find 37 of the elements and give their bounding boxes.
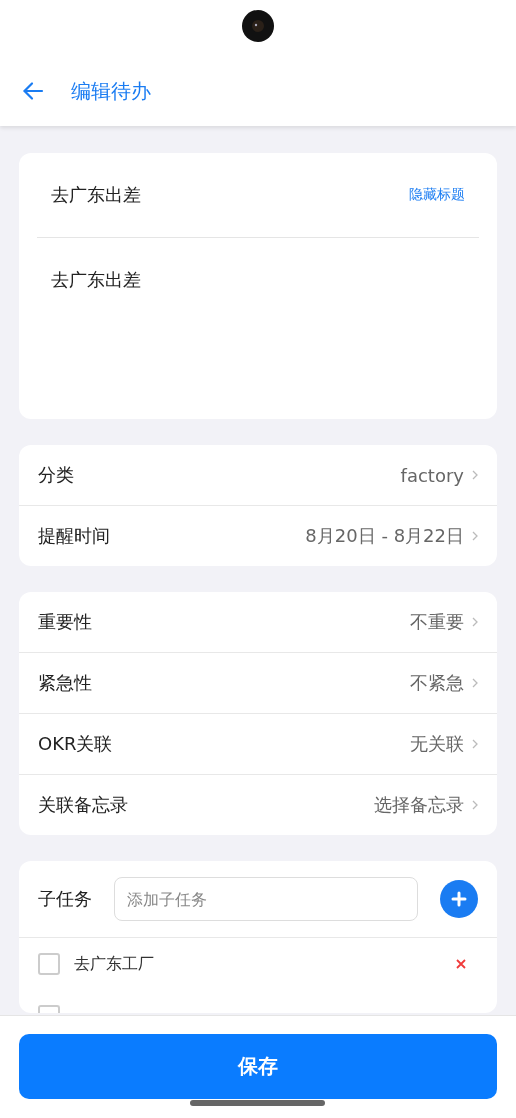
row-label: OKR关联 (38, 732, 113, 756)
chevron-icon (472, 678, 478, 688)
hide-title-link[interactable]: 隐藏标题 (409, 186, 465, 204)
row-value: 选择备忘录 (374, 793, 464, 817)
settings-row[interactable]: 分类 factory (19, 445, 497, 505)
chevron-icon (472, 739, 478, 749)
row-value: 无关联 (410, 732, 464, 756)
subtask-text: 去广东工厂 (74, 953, 155, 975)
save-button[interactable]: 保存 (19, 1034, 497, 1099)
settings-row[interactable]: OKR关联 无关联 (19, 713, 497, 774)
row-value: factory (400, 464, 464, 486)
settings-row[interactable]: 重要性 不重要 (19, 592, 497, 652)
settings-row[interactable]: 提醒时间 8月20日 - 8月22日 (19, 505, 497, 566)
row-label: 关联备忘录 (38, 793, 128, 817)
checkbox[interactable] (38, 953, 60, 975)
row-value: 不紧急 (410, 671, 464, 695)
subtask-input[interactable]: 添加子任务 (114, 877, 418, 921)
row-label: 重要性 (38, 610, 92, 634)
note-title[interactable]: 去广东出差 (51, 183, 141, 207)
add-icon[interactable] (440, 880, 478, 918)
row-label: 紧急性 (38, 671, 92, 695)
chevron-icon (472, 617, 478, 627)
camera-icon (242, 10, 274, 42)
page-title: 编辑待办 (71, 77, 151, 105)
row-label: 提醒时间 (38, 524, 110, 548)
chevron-icon (472, 531, 478, 541)
note-text[interactable]: 去广东出差 (51, 269, 141, 290)
row-value: 8月20日 - 8月22日 (305, 524, 464, 548)
subtask-label: 子任务 (38, 887, 92, 911)
settings-row[interactable]: 紧急性 不紧急 (19, 652, 497, 713)
checkbox[interactable] (38, 1005, 60, 1013)
delete-icon[interactable] (456, 959, 466, 969)
row-value: 不重要 (410, 610, 464, 634)
row-label: 分类 (38, 463, 74, 487)
chevron-icon (472, 800, 478, 810)
chevron-icon (472, 470, 478, 480)
settings-row[interactable]: 关联备忘录 选择备忘录 (19, 774, 497, 835)
